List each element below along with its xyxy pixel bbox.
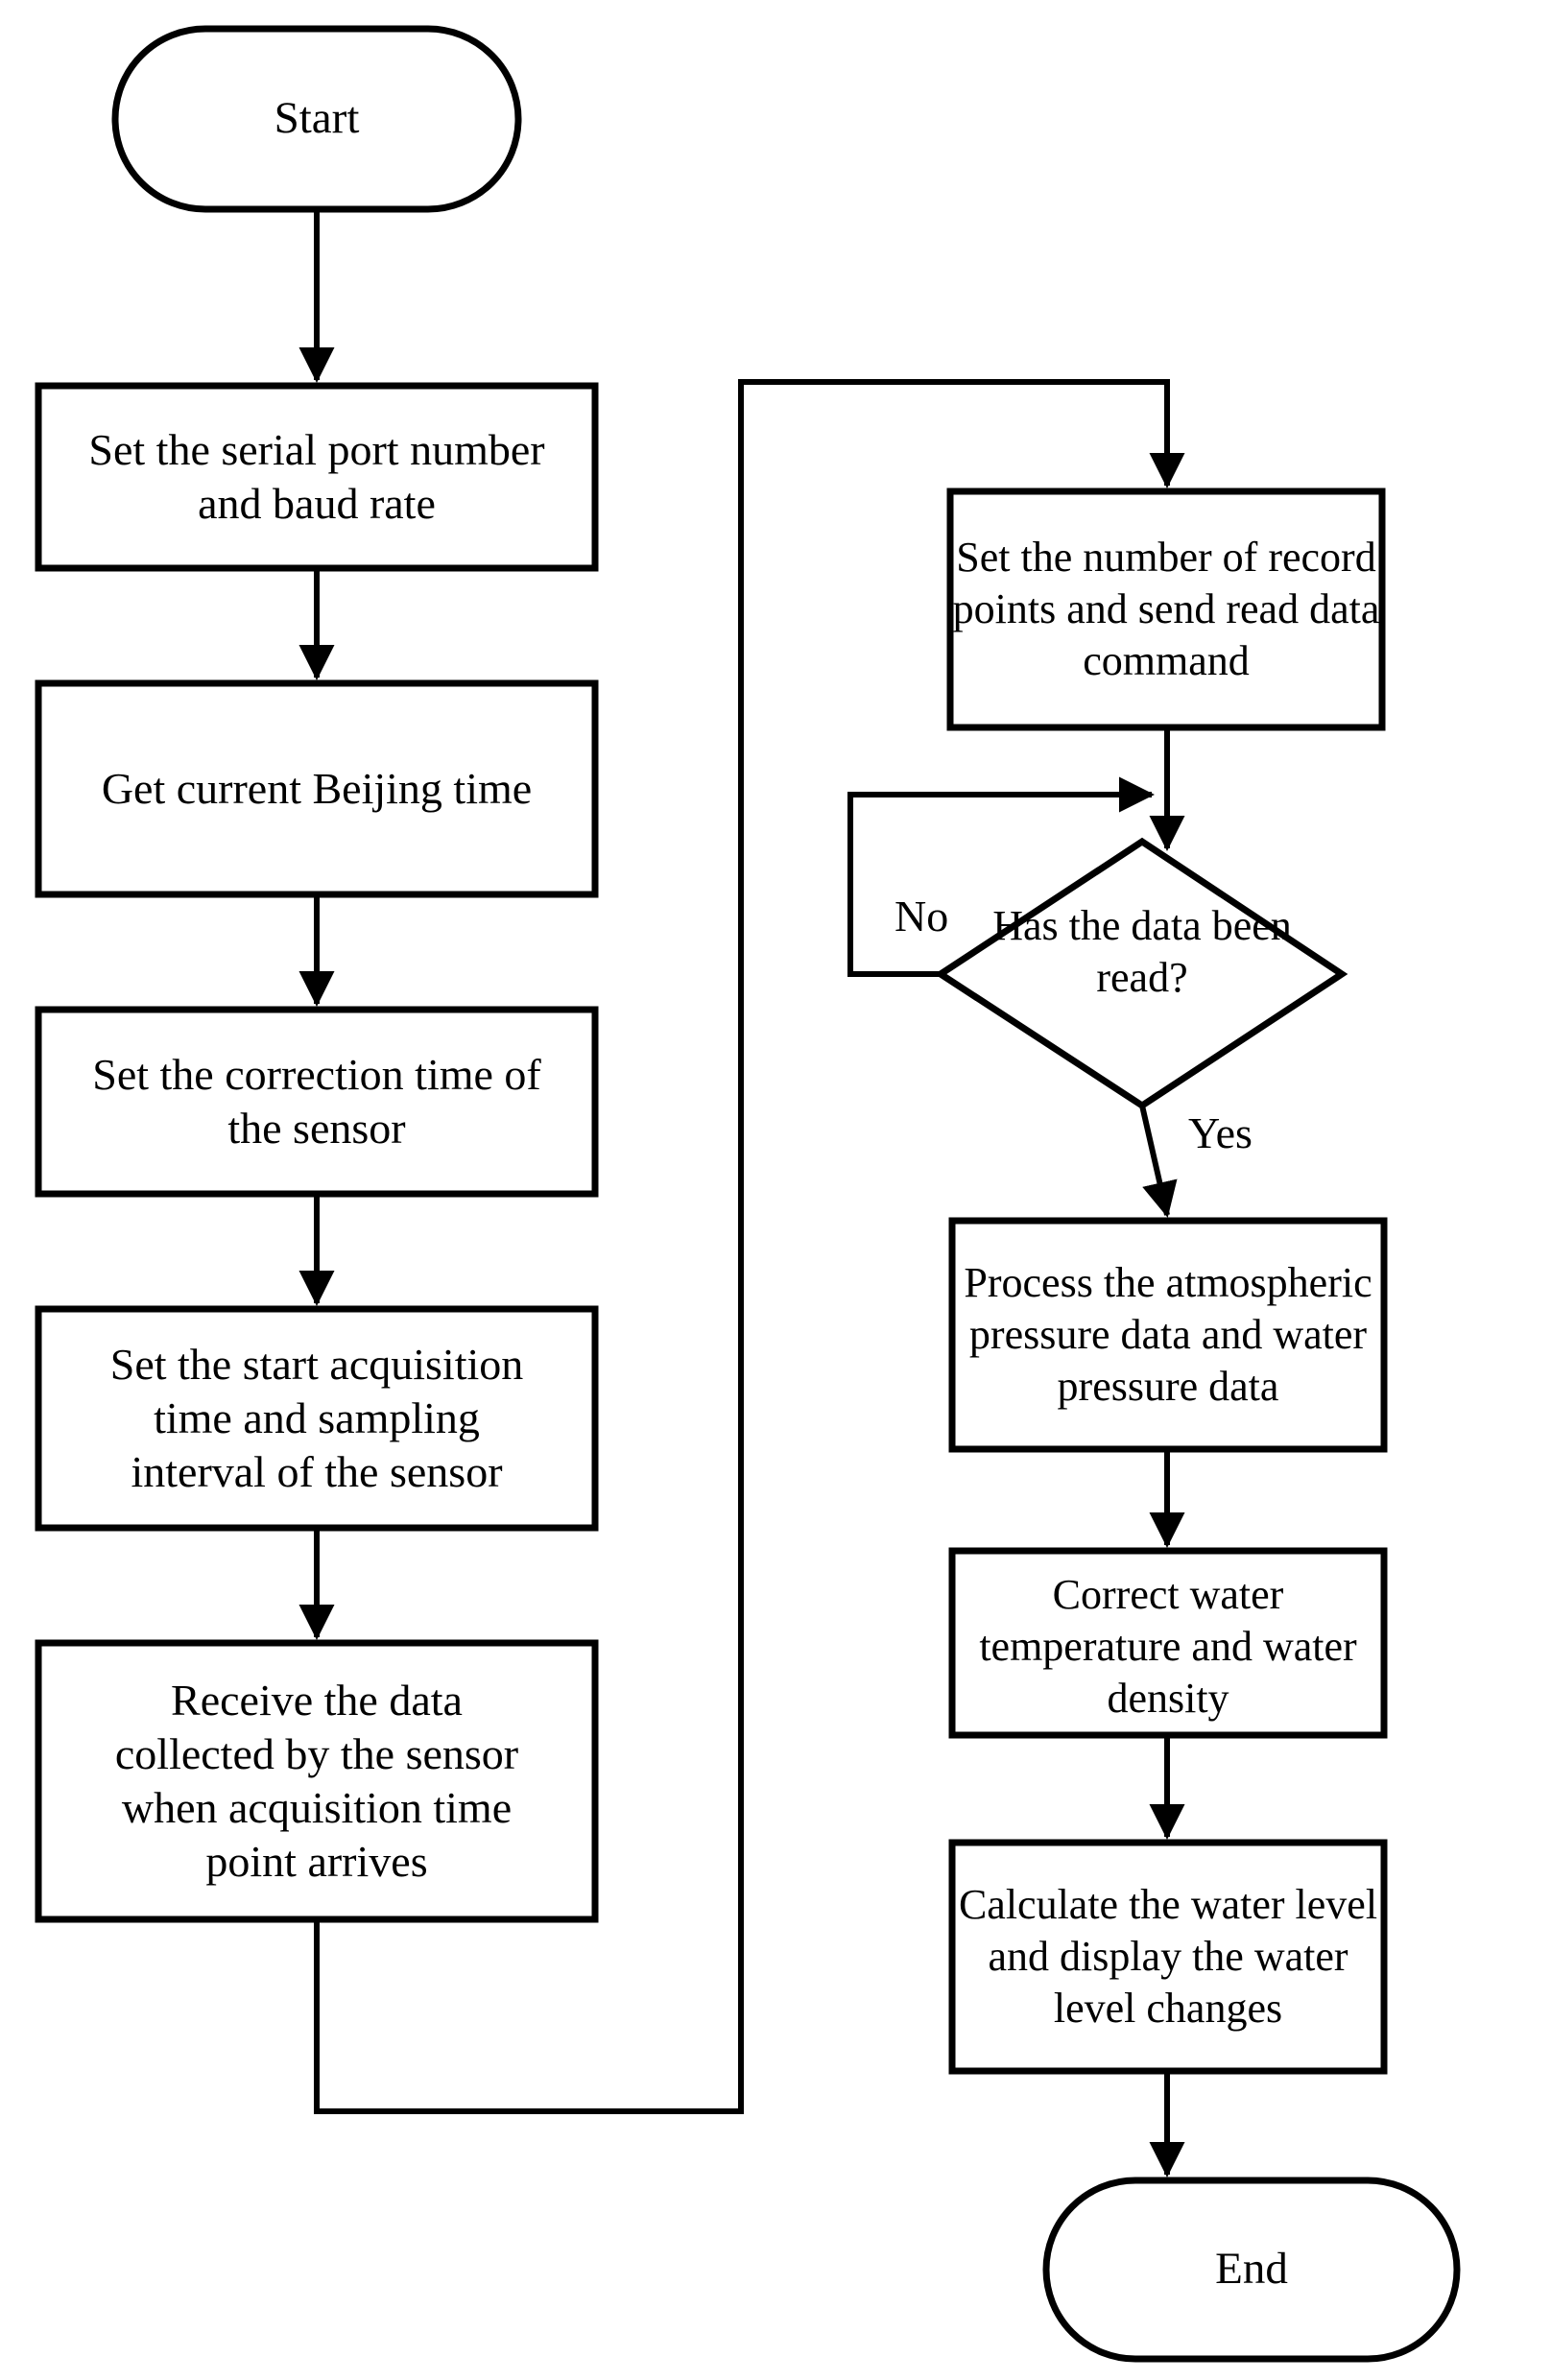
- node-calculate-level-hit[interactable]: [952, 1843, 1384, 2071]
- node-correct-water-hit[interactable]: [952, 1551, 1384, 1735]
- node-set-acquisition-hit[interactable]: [38, 1309, 595, 1528]
- node-decision-has-data-read-hit[interactable]: [941, 842, 1342, 1106]
- node-set-serial-hit[interactable]: [38, 386, 595, 568]
- node-receive-data-hit[interactable]: [38, 1643, 595, 1919]
- node-start-hit[interactable]: [115, 29, 518, 209]
- node-process-pressure-hit[interactable]: [952, 1221, 1384, 1449]
- node-set-correction-hit[interactable]: [38, 1010, 595, 1194]
- node-get-time-hit[interactable]: [38, 683, 595, 894]
- node-end-hit[interactable]: [1046, 2180, 1457, 2359]
- edge-decision-yes-to-process-pressure: [1139, 1105, 1178, 1218]
- node-set-record-points-hit[interactable]: [950, 491, 1382, 727]
- flowchart-canvas: Start Set the serial port number and bau…: [0, 0, 1551, 2380]
- edge-label-yes: Yes: [1188, 1108, 1253, 1157]
